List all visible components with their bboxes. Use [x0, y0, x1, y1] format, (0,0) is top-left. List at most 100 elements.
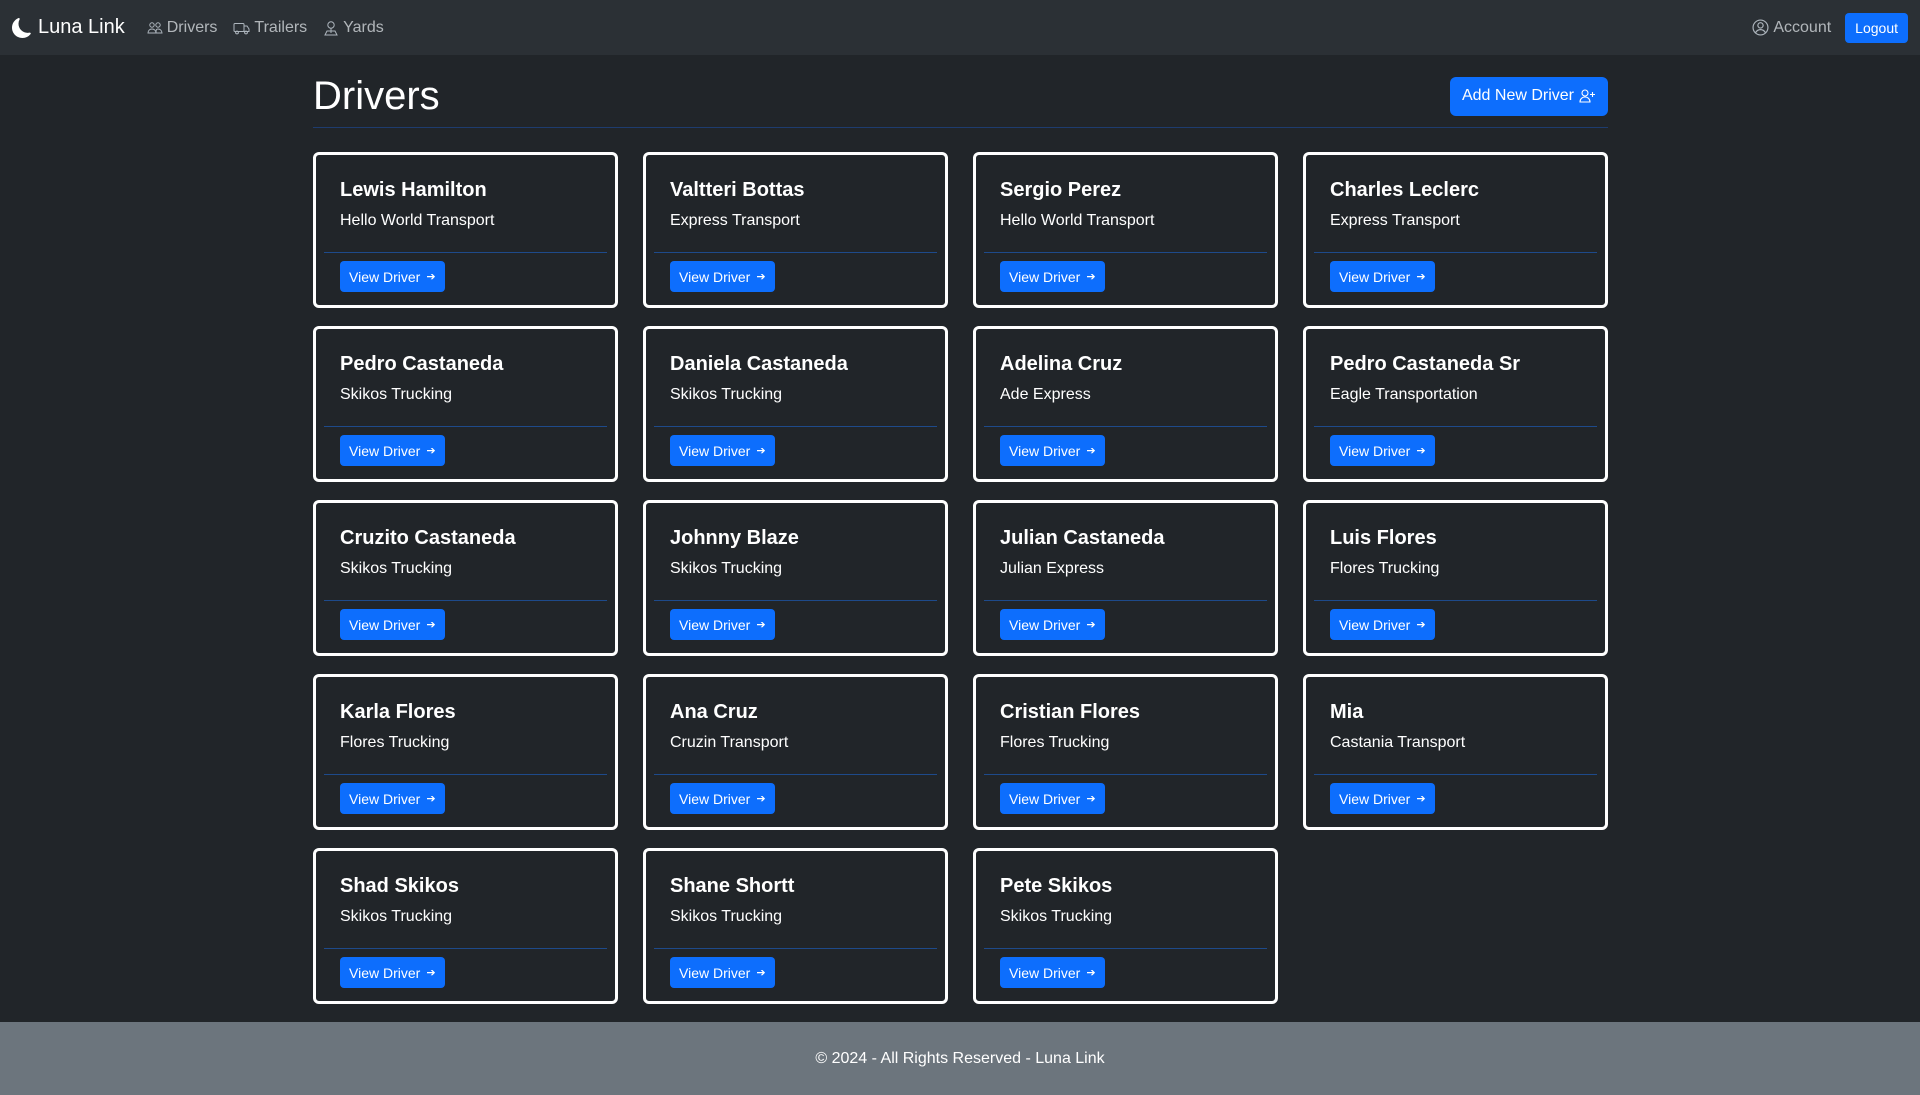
card-body: Pedro Castaneda Sr Eagle Transportation [1314, 329, 1597, 427]
nav-link-yards[interactable]: Yards [323, 19, 384, 37]
map-pin-icon [324, 20, 338, 35]
view-driver-label: View Driver [1009, 616, 1081, 633]
view-driver-label: View Driver [679, 616, 751, 633]
driver-card: Shad Skikos Skikos Trucking View Driver … [313, 848, 618, 1004]
card-body: Shad Skikos Skikos Trucking [324, 851, 607, 949]
view-driver-button[interactable]: View Driver ➔ [1330, 783, 1435, 814]
driver-company: Cruzin Transport [670, 734, 789, 751]
arrow-right-icon: ➔ [1086, 967, 1096, 979]
card-footer: View Driver ➔ [984, 601, 1267, 640]
add-new-driver-label: Add New Driver [1461, 87, 1574, 104]
arrow-right-icon: ➔ [1086, 445, 1096, 457]
view-driver-label: View Driver [349, 442, 421, 459]
driver-name: Pete Skikos [1000, 875, 1113, 897]
view-driver-button[interactable]: View Driver ➔ [340, 957, 445, 988]
view-driver-label: View Driver [349, 964, 421, 981]
driver-card: Ana Cruz Cruzin Transport View Driver ➔ [643, 674, 948, 830]
nav-link-label: Drivers [166, 18, 218, 36]
driver-card: Shane Shortt Skikos Trucking View Driver… [643, 848, 948, 1004]
nav-link-label: Yards [343, 18, 384, 36]
view-driver-label: View Driver [1339, 442, 1411, 459]
view-driver-button[interactable]: View Driver ➔ [670, 783, 775, 814]
card-body: Johnny Blaze Skikos Trucking [654, 503, 937, 601]
view-driver-button[interactable]: View Driver ➔ [1000, 609, 1105, 640]
view-driver-button[interactable]: View Driver ➔ [340, 783, 445, 814]
card-body: Adelina Cruz Ade Express [984, 329, 1267, 427]
driver-name: Johnny Blaze [670, 527, 799, 549]
driver-company: Castania Transport [1330, 734, 1466, 751]
card-body: Daniela Castaneda Skikos Trucking [654, 329, 937, 427]
driver-company: Express Transport [670, 212, 800, 229]
view-driver-button[interactable]: View Driver ➔ [670, 957, 775, 988]
view-driver-label: View Driver [679, 268, 751, 285]
driver-card: Julian Castaneda Julian Express View Dri… [973, 500, 1278, 656]
driver-card: Adelina Cruz Ade Express View Driver ➔ [973, 326, 1278, 482]
driver-name: Shad Skikos [340, 875, 459, 897]
view-driver-button[interactable]: View Driver ➔ [670, 261, 775, 292]
driver-card: Karla Flores Flores Trucking View Driver… [313, 674, 618, 830]
nav-link-drivers[interactable]: Drivers [147, 18, 218, 37]
driver-card: Daniela Castaneda Skikos Trucking View D… [643, 326, 948, 482]
add-new-driver-button[interactable]: Add New Driver [1449, 76, 1608, 116]
card-footer: View Driver ➔ [324, 427, 607, 466]
card-body: Sergio Perez Hello World Transport [984, 155, 1267, 253]
driver-card: Johnny Blaze Skikos Trucking View Driver… [643, 500, 948, 656]
view-driver-label: View Driver [1009, 268, 1081, 285]
moon-icon [12, 17, 31, 38]
card-footer: View Driver ➔ [1314, 427, 1597, 466]
driver-company: Hello World Transport [1000, 212, 1155, 229]
view-driver-button[interactable]: View Driver ➔ [1000, 783, 1105, 814]
view-driver-button[interactable]: View Driver ➔ [1000, 435, 1105, 466]
driver-company: Flores Trucking [1330, 560, 1440, 577]
view-driver-button[interactable]: View Driver ➔ [1330, 435, 1435, 466]
view-driver-button[interactable]: View Driver ➔ [1330, 261, 1435, 292]
arrow-right-icon: ➔ [1086, 793, 1096, 805]
arrow-right-icon: ➔ [1416, 445, 1426, 457]
account-link[interactable]: Account [1752, 19, 1831, 37]
card-footer: View Driver ➔ [1314, 601, 1597, 640]
view-driver-button[interactable]: View Driver ➔ [340, 435, 445, 466]
card-footer: View Driver ➔ [324, 601, 607, 640]
view-driver-button[interactable]: View Driver ➔ [670, 435, 775, 466]
logout-button[interactable]: Logout [1845, 12, 1908, 43]
card-body: Julian Castaneda Julian Express [984, 503, 1267, 601]
driver-name: Pedro Castaneda [340, 353, 504, 375]
driver-company: Skikos Trucking [1000, 908, 1113, 925]
driver-name: Lewis Hamilton [340, 179, 487, 201]
driver-card: Cristian Flores Flores Trucking View Dri… [973, 674, 1278, 830]
arrow-right-icon: ➔ [756, 271, 766, 283]
people-icon [147, 21, 163, 33]
brand-link[interactable]: Luna Link [12, 16, 125, 39]
view-driver-label: View Driver [1009, 964, 1081, 981]
view-driver-button[interactable]: View Driver ➔ [1000, 261, 1105, 292]
page-header: Drivers Add New Driver [313, 55, 1608, 128]
drivers-grid: Lewis Hamilton Hello World Transport Vie… [313, 152, 1608, 1004]
driver-name: Charles Leclerc [1330, 179, 1479, 201]
card-footer: View Driver ➔ [984, 949, 1267, 988]
driver-card: Mia Castania Transport View Driver ➔ [1303, 674, 1608, 830]
arrow-right-icon: ➔ [756, 619, 766, 631]
view-driver-label: View Driver [679, 442, 751, 459]
driver-name: Shane Shortt [670, 875, 795, 897]
view-driver-button[interactable]: View Driver ➔ [340, 261, 445, 292]
arrow-right-icon: ➔ [1416, 619, 1426, 631]
view-driver-button[interactable]: View Driver ➔ [1000, 957, 1105, 988]
arrow-right-icon: ➔ [1086, 271, 1096, 283]
view-driver-button[interactable]: View Driver ➔ [670, 609, 775, 640]
driver-company: Hello World Transport [340, 212, 495, 229]
driver-company: Ade Express [1000, 386, 1091, 403]
card-body: Valtteri Bottas Express Transport [654, 155, 937, 253]
footer-text: © 2024 - All Rights Reserved - Luna Link [815, 1049, 1105, 1067]
driver-company: Skikos Trucking [670, 908, 783, 925]
view-driver-button[interactable]: View Driver ➔ [340, 609, 445, 640]
nav-link-trailers[interactable]: Trailers [233, 19, 307, 37]
truck-icon [233, 22, 250, 34]
card-footer: View Driver ➔ [324, 949, 607, 988]
person-circle-icon [1752, 19, 1769, 36]
driver-card: Pedro Castaneda Skikos Trucking View Dri… [313, 326, 618, 482]
view-driver-button[interactable]: View Driver ➔ [1330, 609, 1435, 640]
driver-company: Flores Trucking [340, 734, 450, 751]
view-driver-label: View Driver [349, 616, 421, 633]
card-footer: View Driver ➔ [324, 775, 607, 814]
footer: © 2024 - All Rights Reserved - Luna Link [0, 1022, 1920, 1095]
